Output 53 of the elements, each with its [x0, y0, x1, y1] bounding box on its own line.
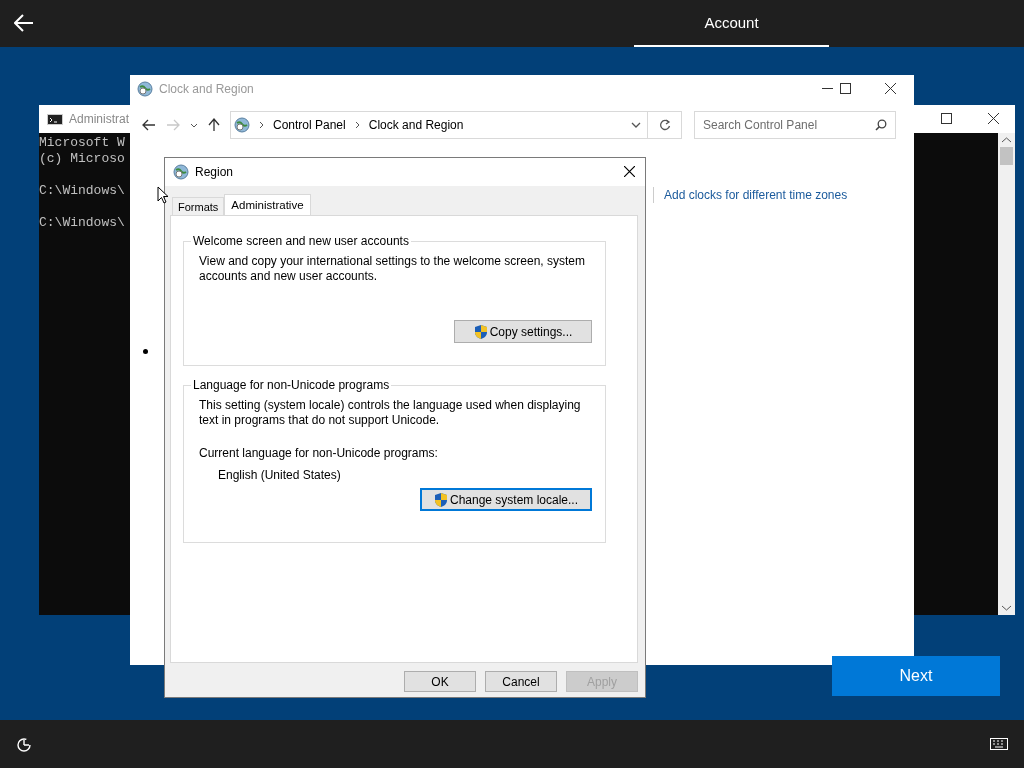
control-panel-icon: [234, 117, 250, 133]
chevron-down-icon[interactable]: [190, 122, 198, 128]
scroll-down-icon[interactable]: [1002, 605, 1011, 611]
close-icon[interactable]: [885, 83, 896, 94]
maximize-icon[interactable]: [840, 83, 851, 94]
shield-icon: [433, 491, 448, 508]
next-button[interactable]: Next: [832, 656, 1000, 696]
scrollbar[interactable]: [998, 133, 1015, 615]
tab[interactable]: Formats: [172, 197, 225, 215]
group-title: Welcome screen and new user accounts: [192, 234, 410, 248]
breadcrumb-item[interactable]: Control Panel: [273, 118, 346, 132]
window-title: Clock and Region: [159, 82, 254, 96]
settings-button[interactable]: Copy settings...: [454, 320, 592, 343]
refresh-icon: [658, 119, 671, 131]
refresh-button[interactable]: [648, 111, 682, 139]
maximize-icon[interactable]: [941, 113, 952, 124]
bullet-icon: [143, 349, 148, 354]
search-icon: [875, 119, 887, 131]
settings-button[interactable]: Change system locale...: [420, 488, 592, 511]
console-line: C:\Windows\: [39, 215, 125, 231]
scroll-thumb[interactable]: [1000, 147, 1013, 165]
group-title: Language for non-Unicode programs: [192, 378, 391, 392]
up-arrow-icon[interactable]: [208, 118, 220, 132]
globe-icon: [173, 164, 189, 180]
shield-icon: [473, 323, 488, 340]
dialog-button[interactable]: OK: [404, 671, 476, 692]
dialog-title: Region: [195, 165, 234, 179]
keyboard-icon[interactable]: [990, 738, 1008, 750]
tab[interactable]: Administrative: [224, 194, 311, 215]
locale-value: English (United States): [218, 468, 342, 482]
dialog-button[interactable]: Cancel: [485, 671, 557, 692]
mouse-pointer-icon: [157, 186, 169, 204]
ease-of-access-icon[interactable]: [16, 736, 32, 752]
field-label: Current language for non-Unicode programs:: [199, 446, 439, 460]
time-zones-link[interactable]: Add clocks for different time zones: [664, 188, 848, 202]
chevron-right-icon: [354, 121, 360, 129]
close-icon[interactable]: [624, 166, 635, 177]
group-description: View and copy your international settings to the welcome screen, system accounts and new user accounts.: [199, 254, 585, 284]
control-panel-icon: [137, 81, 153, 97]
console-line: (c) Microso: [39, 151, 125, 167]
window-title: Administrat: [69, 112, 130, 126]
console-icon: [47, 113, 63, 125]
group-description: This setting (system locale) controls the language used when displaying text in programs that do not support Unicode.: [199, 398, 582, 428]
breadcrumb-item[interactable]: Clock and Region: [368, 118, 464, 132]
search-field[interactable]: Search Control Panel: [694, 111, 896, 139]
console-line: C:\Windows\: [39, 183, 125, 199]
chevron-right-icon: [259, 121, 264, 129]
back-arrow-icon[interactable]: [142, 119, 156, 131]
close-icon[interactable]: [988, 113, 999, 124]
console-line: Microsoft W: [39, 135, 125, 151]
address-bar[interactable]: Control Panel Clock and Region: [230, 111, 648, 139]
scroll-up-icon[interactable]: [1002, 137, 1011, 143]
chevron-down-icon[interactable]: [631, 122, 641, 128]
